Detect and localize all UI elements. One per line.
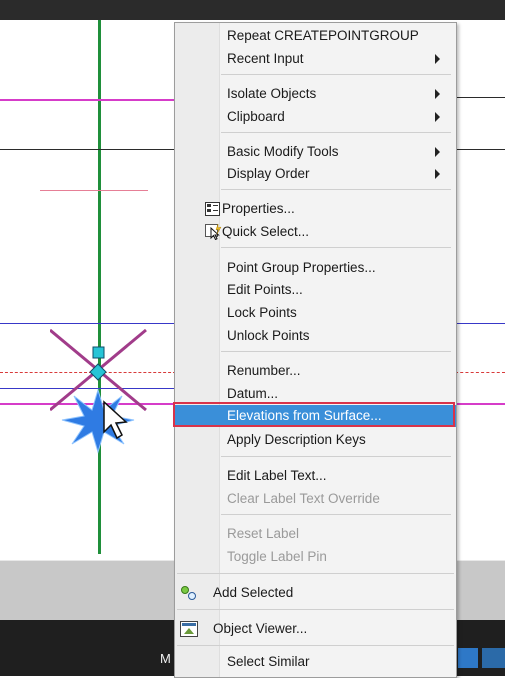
menu-item-label: Select Similar <box>227 654 310 669</box>
menu-item-reset-label: Reset Label <box>175 523 456 545</box>
menu-item-label: Object Viewer... <box>213 621 308 636</box>
menu-item-label: Edit Label Text... <box>227 468 327 483</box>
highlight-outline <box>173 402 455 427</box>
menu-item-label: Isolate Objects <box>227 86 317 101</box>
menu-item-label: Quick Select... <box>222 224 310 239</box>
menu-item-isolate-objects[interactable]: Isolate Objects <box>175 83 456 105</box>
menu-separator <box>221 456 451 457</box>
submenu-arrow-icon <box>435 169 440 179</box>
menu-item-label: Unlock Points <box>227 328 310 343</box>
menu-item-object-viewer[interactable]: Object Viewer... <box>175 618 456 640</box>
menu-item-toggle-label-pin: Toggle Label Pin <box>175 546 456 568</box>
submenu-arrow-icon <box>435 147 440 157</box>
menu-item-label: Clipboard <box>227 109 285 124</box>
magenta-line-right <box>455 97 505 98</box>
menu-item-unlock-points[interactable]: Unlock Points <box>175 325 456 347</box>
menu-item-label: Edit Points... <box>227 282 303 297</box>
menu-item-label: Recent Input <box>227 51 304 66</box>
menu-item-lock-points[interactable]: Lock Points <box>175 302 456 324</box>
point-marker-icon[interactable] <box>50 320 180 460</box>
blue-line-right <box>455 323 505 324</box>
menu-item-edit-label-text[interactable]: Edit Label Text... <box>175 465 456 487</box>
menu-item-label: Display Order <box>227 166 310 181</box>
menu-item-add-selected[interactable]: Add Selected <box>175 582 456 604</box>
menu-item-repeat-createpointgroup[interactable]: Repeat CREATEPOINTGROUP <box>175 25 456 47</box>
submenu-arrow-icon <box>435 54 440 64</box>
menu-item-label: Lock Points <box>227 305 297 320</box>
menu-item-label: Repeat CREATEPOINTGROUP <box>227 28 419 43</box>
magenta-line-lower-right <box>455 403 505 405</box>
menu-item-display-order[interactable]: Display Order <box>175 163 456 185</box>
menu-item-label: Toggle Label Pin <box>227 549 327 564</box>
context-menu: Repeat CREATEPOINTGROUP Recent Input Iso… <box>174 22 457 678</box>
status-toolbar-icon[interactable] <box>458 648 478 668</box>
menu-item-label: Reset Label <box>227 526 300 541</box>
status-model-label[interactable]: M <box>160 651 171 666</box>
menu-item-label: Point Group Properties... <box>227 260 376 275</box>
menu-item-properties[interactable]: Properties... <box>175 198 456 220</box>
menu-item-apply-description-keys[interactable]: Apply Description Keys <box>175 429 456 451</box>
submenu-arrow-icon <box>435 89 440 99</box>
menu-item-renumber[interactable]: Renumber... <box>175 360 456 382</box>
menu-item-clipboard[interactable]: Clipboard <box>175 106 456 128</box>
menu-item-quick-select[interactable]: Quick Select... <box>175 221 456 243</box>
menu-item-recent-input[interactable]: Recent Input <box>175 48 456 70</box>
menu-item-label: Renumber... <box>227 363 301 378</box>
top-bar <box>0 0 505 20</box>
menu-item-clear-label-text-override: Clear Label Text Override <box>175 488 456 510</box>
menu-item-label: Clear Label Text Override <box>227 491 380 506</box>
properties-icon <box>205 202 220 216</box>
menu-item-edit-points[interactable]: Edit Points... <box>175 279 456 301</box>
menu-separator <box>221 351 451 352</box>
menu-item-select-similar[interactable]: Select Similar <box>175 651 456 673</box>
menu-item-label: Properties... <box>222 201 295 216</box>
menu-item-label: Apply Description Keys <box>227 432 366 447</box>
menu-item-label: Basic Modify Tools <box>227 144 339 159</box>
menu-separator <box>177 645 454 646</box>
menu-separator <box>221 189 451 190</box>
magenta-line <box>0 99 176 101</box>
pink-short-line <box>40 190 148 191</box>
black-line-right <box>455 149 505 150</box>
black-line <box>0 149 176 150</box>
quick-select-icon <box>205 224 222 240</box>
menu-item-point-group-properties[interactable]: Point Group Properties... <box>175 257 456 279</box>
menu-item-basic-modify-tools[interactable]: Basic Modify Tools <box>175 141 456 163</box>
submenu-arrow-icon <box>435 112 440 122</box>
object-viewer-icon <box>180 621 198 637</box>
menu-separator <box>221 247 451 248</box>
menu-separator <box>221 514 451 515</box>
menu-separator <box>177 609 454 610</box>
menu-separator <box>221 74 451 75</box>
menu-separator <box>177 573 454 574</box>
add-selected-icon <box>181 586 196 600</box>
red-dashed-line-right <box>455 372 505 373</box>
menu-item-label: Datum... <box>227 386 279 401</box>
menu-separator <box>221 132 451 133</box>
menu-item-label: Add Selected <box>213 585 294 600</box>
status-toolbar-icon-2[interactable] <box>482 648 505 668</box>
